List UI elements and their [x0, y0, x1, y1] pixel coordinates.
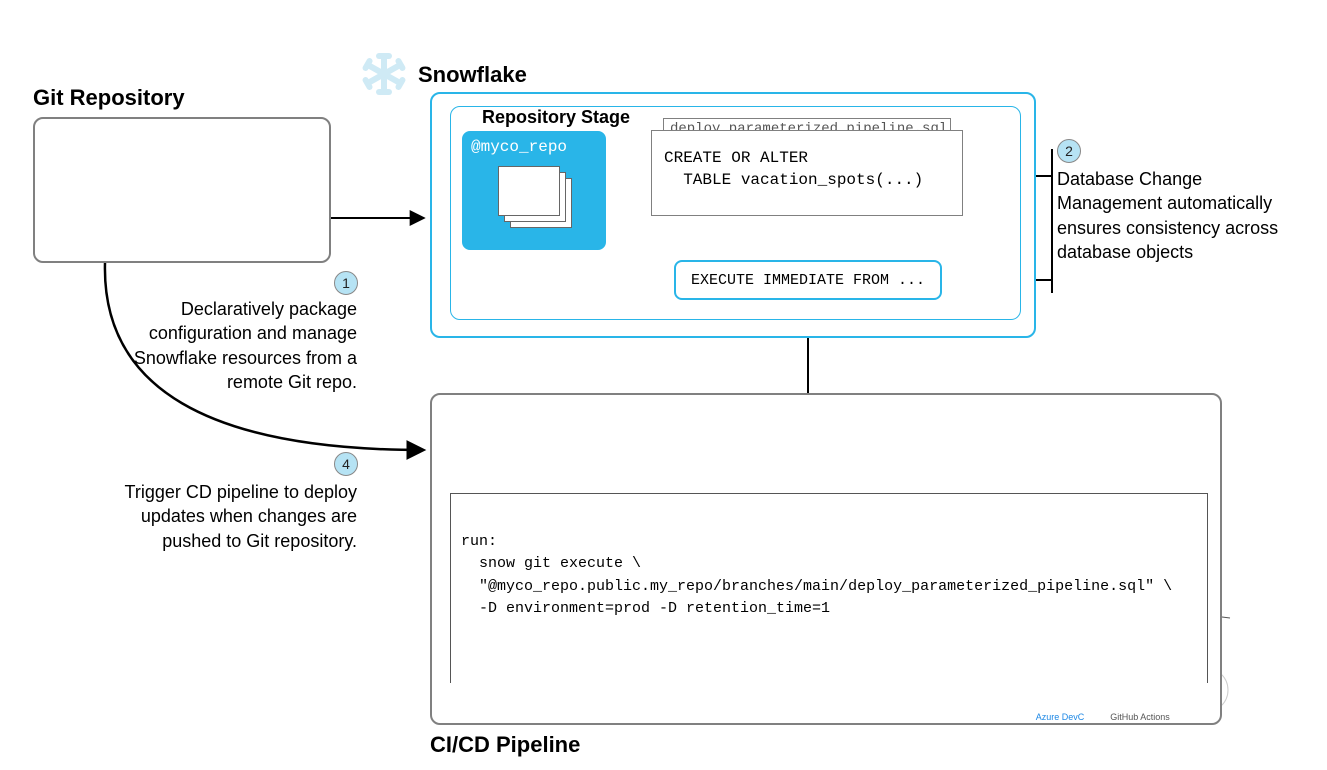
snowflake-title: Snowflake [418, 62, 527, 88]
script-box: run: snow git execute \ "@myco_repo.publ… [450, 493, 1208, 683]
sql-line-2: TABLE vacation_spots(...) [664, 169, 952, 191]
script-line-4: -D environment=prod -D retention_time=1 [461, 600, 830, 617]
azure-devops-label: Azure DevC [1025, 712, 1095, 722]
badge-2: 2 [1057, 139, 1081, 163]
git-repository-box [33, 117, 331, 263]
annotation-4: Trigger CD pipeline to deploy updates wh… [113, 480, 357, 553]
cicd-pipeline-title: CI/CD Pipeline [430, 732, 580, 758]
git-repository-title: Git Repository [33, 85, 185, 111]
script-line-2: snow git execute \ [461, 555, 641, 572]
script-line-3: "@myco_repo.public.my_repo/branches/main… [461, 578, 1172, 595]
sql-file-box: CREATE OR ALTER TABLE vacation_spots(...… [651, 130, 963, 216]
badge-1: 1 [334, 271, 358, 295]
sql-line-1: CREATE OR ALTER [664, 147, 952, 169]
annotation-1: Declaratively package configuration and … [113, 297, 357, 394]
execute-immediate-text: EXECUTE IMMEDIATE FROM ... [691, 272, 925, 289]
repository-stage-box: @myco_repo [462, 131, 606, 250]
badge-4: 4 [334, 452, 358, 476]
annotation-2: Database Change Management automatically… [1057, 167, 1307, 264]
repository-stage-title: Repository Stage [482, 107, 630, 128]
github-actions-label: GitHub Actions [1100, 712, 1180, 722]
execute-immediate-box: EXECUTE IMMEDIATE FROM ... [674, 260, 942, 300]
script-line-1: run: [461, 533, 497, 550]
repo-stage-name: @myco_repo [463, 132, 605, 156]
